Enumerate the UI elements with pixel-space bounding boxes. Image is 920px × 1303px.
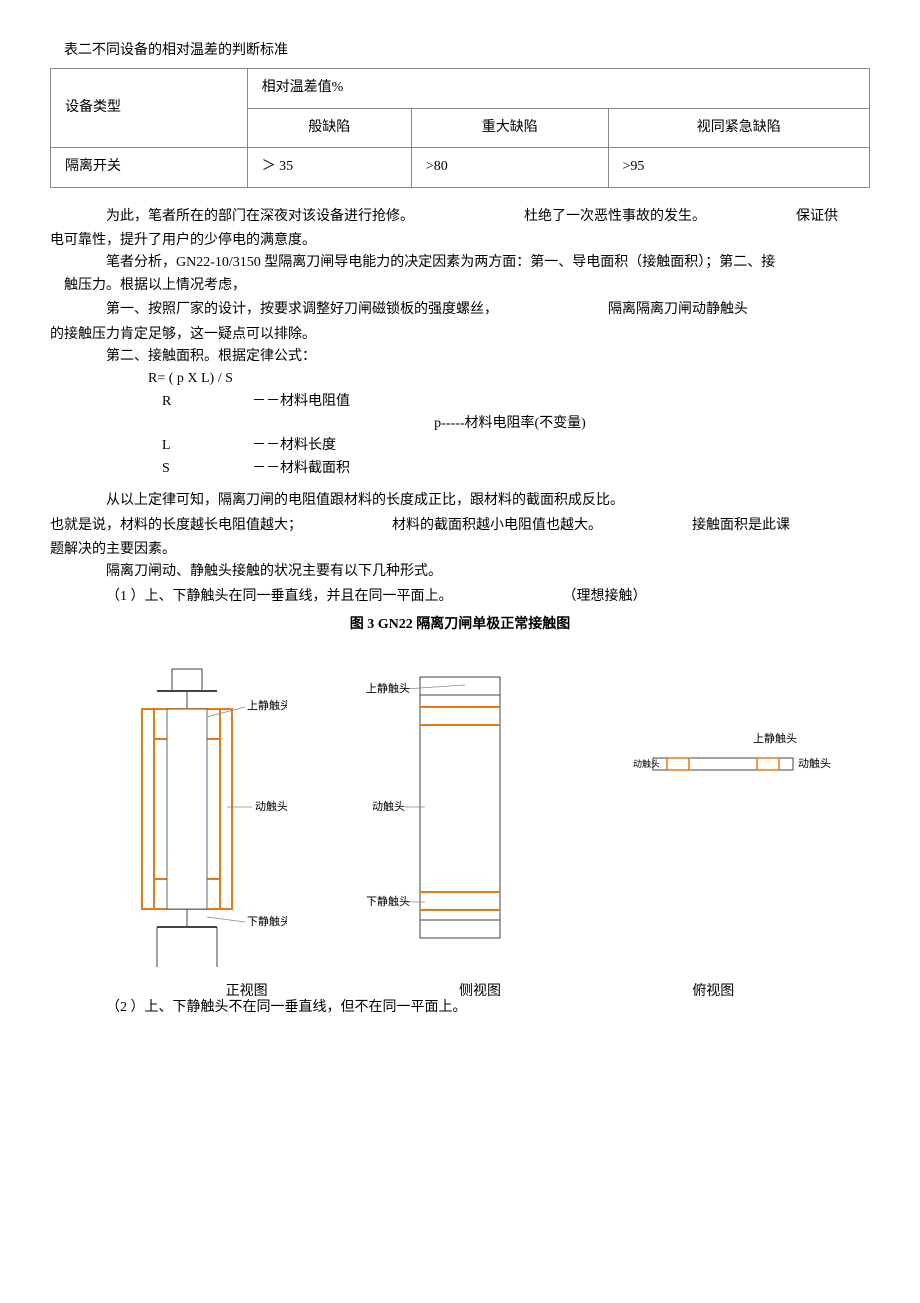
p6a: 也就是说，材料的长度越长电阻值越大； [50,515,302,537]
td-v2: >80 [411,148,608,187]
var-p: p-----材料电阻率(不变量) [50,413,870,435]
figure-front-view: 上静触头 动触头 下静触头 [87,667,287,977]
th-major-defect: 重大缺陷 [411,108,608,147]
p3a: 第一、按照厂家的设计，按要求调整好刀闸磁锁板的强度螺丝， [50,299,498,321]
label-moving-2: 动触头 [372,799,405,813]
label-moving-3: 动触头 [798,756,831,770]
label-moving-1: 动触头 [255,799,287,813]
var-R-desc: －－材料电阻值 [222,391,350,413]
figure-side-view: 上静触头 动触头 下静触头 [360,667,560,977]
th-rel-diff: 相对温差值% [247,69,869,108]
p1b: 杜绝了一次恶性事故的发生。 [524,206,706,228]
var-S-desc: －－材料截面积 [222,458,350,480]
label-lower-static-2: 下静触头 [366,894,410,908]
item1b: （理想接触） [563,586,647,608]
var-S-symbol: S [50,458,222,480]
item-2: （2 ）上、下静触头不在同一垂直线，但不在同一平面上。 [50,997,870,1019]
label-moving-small-left: 动触头 [633,758,660,769]
p1c: 保证供 [796,206,838,228]
paragraph-5: 从以上定律可知，隔离刀闸的电阻值跟材料的长度成正比，跟材料的截面积成反比。 [50,490,870,512]
label-upper-static-3: 上静触头 [753,731,797,745]
var-L-desc: －－材料长度 [222,435,336,457]
var-S: S －－材料截面积 [50,458,870,480]
standards-table: 设备类型 相对温差值% 般缺陷 重大缺陷 视同紧急缺陷 隔离开关 ＞ 35 >8… [50,68,870,187]
paragraph-6-line2: 题解决的主要因素。 [50,539,870,561]
paragraph-4: 第二、接触面积。根据定律公式： [50,346,870,368]
figures-row: 上静触头 动触头 下静触头 上静触头 动触头 下静触头 [50,647,870,977]
p3b: 隔离隔离刀闸动静触头 [608,299,748,321]
figure-title: 图 3 GN22 隔离刀闸单极正常接触图 [50,614,870,636]
label-upper-static-2: 上静触头 [366,681,410,695]
var-L: L －－材料长度 [50,435,870,457]
paragraph-2-line1: 笔者分析，GN22-10/3150 型隔离刀闸导电能力的决定因素为两方面：第一、… [50,252,870,274]
paragraph-1-line1: 为此，笔者所在的部门在深夜对该设备进行抢修。 杜绝了一次恶性事故的发生。 保证供 [50,206,870,228]
var-R: R －－材料电阻值 [50,391,870,413]
label-lower-static-1: 下静触头 [247,914,287,928]
p6b: 材料的截面积越小电阻值也越大。 [392,515,602,537]
var-L-symbol: L [50,435,222,457]
paragraph-7: 隔离刀闸动、静触头接触的状况主要有以下几种形式。 [50,561,870,583]
paragraph-6-line1: 也就是说，材料的长度越长电阻值越大； 材料的截面积越小电阻值也越大。 接触面积是… [50,515,870,537]
label-upper-static-1: 上静触头 [247,698,287,712]
paragraph-3-line1: 第一、按照厂家的设计，按要求调整好刀闸磁锁板的强度螺丝， 隔离隔离刀闸动静触头 [50,299,870,321]
paragraph-2-line2: 触压力。根据以上情况考虑， [50,275,870,297]
th-general-defect: 般缺陷 [247,108,411,147]
p1a: 为此，笔者所在的部门在深夜对该设备进行抢修。 [50,206,414,228]
formula: R= ( p X L) / S [50,368,870,390]
td-v3: >95 [608,148,869,187]
figure-top-view: 上静触头 动触头 动触头 [633,722,833,842]
td-device: 隔离开关 [51,148,248,187]
p6c: 接触面积是此课 [692,515,790,537]
paragraph-3-line2: 的接触压力肯定足够，这一疑点可以排除。 [50,324,870,346]
paragraph-1-line2: 电可靠性，提升了用户的少停电的满意度。 [50,230,870,252]
item1a: （1 ）上、下静触头在同一垂直线，并且在同一平面上。 [50,586,453,608]
table-caption: 表二不同设备的相对温差的判断标准 [50,40,870,62]
th-urgent-defect: 视同紧急缺陷 [608,108,869,147]
th-device-type: 设备类型 [51,69,248,148]
var-R-symbol: R [50,391,222,413]
td-v1: ＞ 35 [247,148,411,187]
item-1: （1 ）上、下静触头在同一垂直线，并且在同一平面上。 （理想接触） [50,586,870,608]
